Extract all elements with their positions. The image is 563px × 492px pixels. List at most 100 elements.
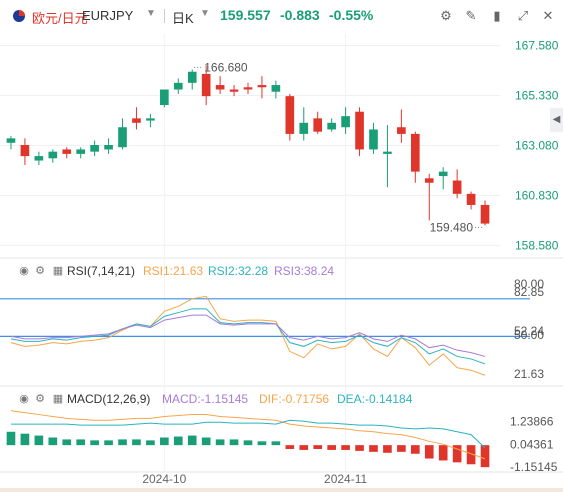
candle (369, 129, 378, 150)
candle (173, 82, 183, 90)
price-change-percent: -0.55% (329, 7, 374, 23)
candle (146, 118, 155, 121)
candle (271, 85, 281, 92)
eye-icon[interactable]: ◉ (18, 265, 30, 277)
period-selector[interactable]: 日K (172, 8, 194, 27)
macd-tick-label: 1.23866 (510, 414, 554, 428)
close-icon[interactable]: ✕ (540, 8, 556, 24)
price-tick-label: 158.580 (515, 238, 559, 252)
settings-icon[interactable]: ⚙ (438, 8, 454, 24)
macd-histogram-bar (285, 445, 295, 449)
macd-histogram-bar (215, 439, 225, 446)
macd-histogram-bar (438, 445, 448, 461)
candle (34, 156, 44, 161)
macd-histogram-bar (48, 437, 58, 446)
indicator-icon: ▦ (52, 265, 64, 277)
macd-histogram-bar (397, 445, 406, 452)
chart-toolbar: 欧元/日元 EURJPY ▼ 日K ▼ 159.557 -0.883 -0.55… (0, 0, 563, 32)
max-price-label: 166.680 (204, 61, 248, 75)
candle (243, 87, 253, 90)
candle (215, 85, 225, 90)
candle-type-icon[interactable]: ▮ (489, 8, 505, 24)
rsi2-value: RSI2:32.28 (208, 264, 269, 278)
macd-histogram-bar (383, 445, 392, 453)
eye-icon[interactable]: ◉ (18, 393, 30, 405)
macd-histogram-bar (355, 445, 364, 451)
macd-histogram-bar (466, 445, 476, 465)
toolbar-divider (164, 9, 165, 23)
candle (285, 96, 295, 134)
macd-histogram-bar (187, 435, 197, 446)
chevron-left-icon[interactable]: ◀ (550, 108, 563, 132)
chart-canvas: 167.580 165.330 163.080 160.830 158.580 166.… (0, 34, 563, 492)
macd-tick-label: -1.15145 (510, 460, 558, 474)
price-change: -0.883 (280, 7, 320, 23)
rsi-tick-label: 50.00 (514, 328, 544, 342)
candle (480, 204, 490, 224)
pair-code[interactable]: EURJPY (82, 8, 133, 23)
macd-histogram-bar (480, 445, 490, 468)
candle (229, 89, 239, 92)
macd-histogram-bar (160, 437, 169, 446)
candle (410, 133, 420, 172)
macd-histogram-bar (201, 437, 211, 446)
rsi-tick-label: 52.24 (514, 324, 544, 338)
macd-histogram-bar (271, 441, 281, 446)
macd-value: MACD:-1.15145 (162, 392, 249, 406)
macd-histogram-bar (90, 440, 99, 446)
candle (424, 178, 434, 183)
candle (20, 145, 30, 157)
expand-icon[interactable]: ⤢ (515, 8, 531, 24)
candle (466, 193, 476, 205)
macd-histogram-bar (410, 445, 420, 454)
dif-value: DIF:-0.71756 (259, 392, 330, 406)
time-scrollbar (0, 488, 563, 492)
price-tick-label: 165.330 (515, 88, 559, 102)
settings-icon[interactable]: ⚙ (34, 265, 46, 277)
min-price-label: 159.480 (430, 220, 474, 234)
candle (132, 118, 141, 123)
candle (341, 116, 350, 128)
macd-histogram-bar (257, 441, 267, 446)
candle (76, 149, 86, 154)
macd-line-dif (10, 410, 486, 460)
price-tick-label: 163.080 (515, 138, 559, 152)
macd-histogram-bar (424, 445, 434, 459)
candle (313, 118, 323, 132)
candle (104, 145, 113, 150)
candle (257, 85, 267, 88)
dea-value: DEA:-0.14184 (337, 392, 413, 406)
candle (299, 122, 309, 134)
chevron-down-icon[interactable]: ▼ (200, 8, 210, 19)
candle (160, 89, 169, 106)
x-tick-label: 2024-10 (142, 472, 186, 486)
price-tick-label: 167.580 (515, 39, 559, 53)
candle (327, 122, 336, 130)
macd-histogram-bar (229, 439, 239, 446)
rsi-line-rsi2 (10, 308, 486, 365)
rsi3-value: RSI3:38.24 (274, 264, 335, 278)
candle (452, 180, 462, 194)
macd-histogram-bar (62, 439, 72, 446)
chevron-down-icon[interactable]: ▼ (146, 8, 156, 19)
draw-icon[interactable]: ✎ (463, 8, 479, 24)
rsi1-value: RSI1:21.63 (143, 264, 204, 278)
candle (201, 73, 211, 97)
rsi-tick-label: 80.00 (514, 277, 544, 291)
x-tick-label: 2024-11 (324, 472, 367, 486)
macd-histogram-bar (369, 445, 378, 452)
rsi-label: RSI(7,14,21) (67, 264, 136, 278)
rsi-tick-label: 21.63 (514, 367, 544, 381)
settings-icon[interactable]: ⚙ (34, 393, 46, 405)
candle (187, 71, 197, 83)
flag-icon (13, 10, 25, 22)
last-price: 159.557 (220, 7, 271, 23)
macd-tick-label: 0.04361 (510, 437, 554, 451)
price-tick-label: 160.830 (515, 188, 559, 202)
macd-histogram-bar (299, 445, 309, 450)
macd-histogram-bar (452, 445, 462, 463)
macd-histogram-bar (20, 433, 30, 446)
pair-name-cn[interactable]: 欧元/日元 (32, 8, 88, 27)
macd-histogram-bar (6, 431, 16, 446)
macd-histogram-bar (243, 440, 253, 446)
